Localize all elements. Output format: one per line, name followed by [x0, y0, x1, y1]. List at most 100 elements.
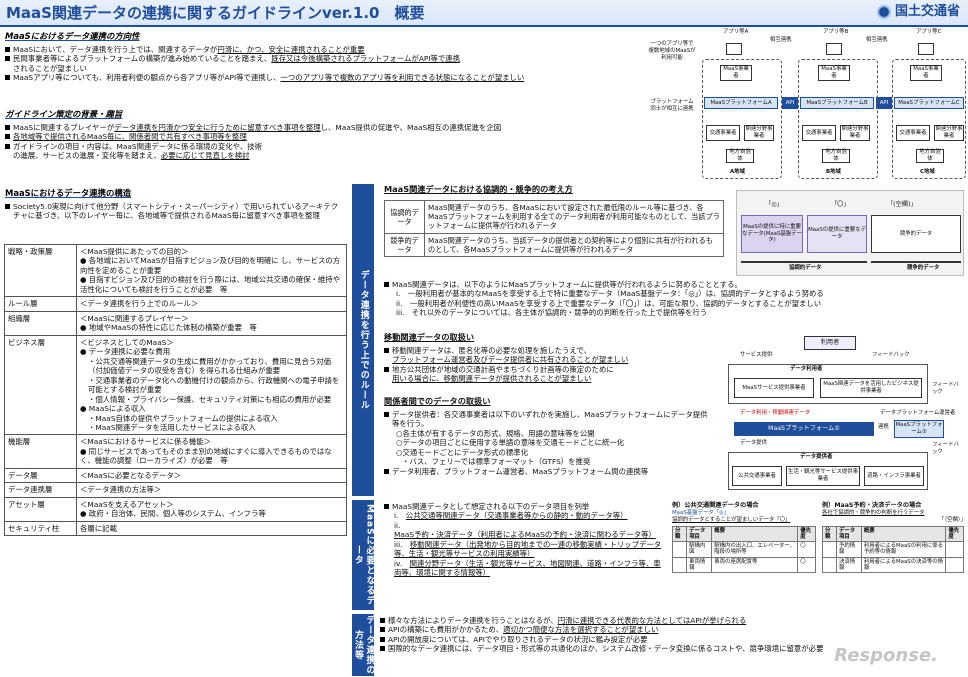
table-row: 決済情報 利用者によるMaaSの決済等の情報: [822, 556, 964, 573]
phone-icon: [918, 43, 934, 55]
api-badge-1: API: [782, 97, 798, 109]
layer-name: 機能層: [4, 434, 77, 469]
layer-name: 組織層: [4, 310, 77, 336]
watermark: Response.: [834, 645, 938, 666]
example-1-title: 例）公共交通関連データの場合: [672, 502, 759, 509]
option: ・バス、フェリーでは標準フォーマット（GTFS）を推奨: [402, 457, 591, 467]
coop-rules-list: MaaS関連データは、以下のようにMaaSプラットフォームに提供等が行われるよう…: [384, 280, 964, 318]
table-cell: 駅構内図: [686, 541, 713, 558]
layer-line: ● 政府・自治体、民間、個人等のシステム、インフラ等: [80, 509, 266, 519]
table-header: 概要: [711, 525, 799, 543]
layer-row: データ層 ＜MaaSに必要となるデータ＞: [4, 467, 347, 484]
layer-row: アセット層 ＜MaaSを支えるアセット＞ ● 政府・自治体、民間、個人等のシステム、…: [4, 496, 347, 522]
layer-line: ・公共交通等関連データの生成に費用がかかっており、費用に見合う対価（付加価値デー…: [88, 356, 332, 376]
layer-name: セキュリティ柱: [4, 520, 77, 537]
bullet: 各地域等で提供されるMaaS毎に、関係者間で共有すべき事項等を整理: [5, 132, 645, 141]
band-data: MaaSに必要となるデータ: [352, 500, 375, 610]
label-mutual-2: 相互連携: [866, 37, 888, 43]
table-row: 車両情報 車両の座席配置等〇: [671, 556, 816, 573]
data-item-iii: iii. 移動関連データ（出発地から目的地までの一連の移動実績・トリップデータ等…: [394, 539, 662, 559]
layer-content: ＜MaaSに必要となるデータ＞: [76, 467, 347, 484]
layer-table: 戦略・政策層 ＜MaaS提供にあたっての目的＞ ● 各地域においてMaaSが目指すビ…: [4, 243, 347, 537]
table-cell: 駅構内の出入口、エレベーター、階段の場所等: [711, 541, 799, 558]
svc-provider-box: MaaSサービス提供事業者: [734, 378, 814, 398]
bullet: MaaS関連データとして想定される以下のデータ項目を列挙: [384, 502, 668, 511]
layer-line: ● 同じサービスであってもそのまま別の地域にすぐに導入できるものではなく、機能の…: [80, 446, 332, 466]
label-app-c: アプリ等C: [916, 29, 942, 35]
layer-content: ＜データ連携の方法等＞: [76, 482, 347, 498]
option: ○交通モードごとにデータ形式の標準化: [396, 447, 529, 457]
arrow-coop: [741, 261, 867, 263]
chart-box-1: MaaSの提供に特に重要なデータ(MaaS基盤データ): [741, 215, 803, 253]
layer-line: ＜MaaSに必要となるデータ＞: [80, 470, 182, 480]
bullet: ガイドラインの項目・内容は、MaaS関連データに係る環境の変化や、技術 の進展、サ…: [5, 142, 645, 161]
bullet: MaaSに関連するプレイヤーがデータ連携を円滑かつ安全に行うために留意すべき事項…: [5, 123, 645, 132]
layer-name: 戦略・政策層: [4, 243, 77, 298]
provider-transit: 公共交通事業者: [732, 466, 782, 486]
layer-line: ● 目指すビジョン及び目的の検討を行う際には、地域公共交通の確保・維持や活性化に…: [80, 275, 341, 294]
table-cell: 利用者によるMaaSの利用に係る予約等の情報: [860, 541, 947, 558]
chart-box-3: 競争的データ: [871, 215, 961, 253]
arrow-comp: [871, 261, 961, 263]
data-item-ii: ii. MaaS予約・決済データ（利用者によるMaaSの予約・決済に関わるデータ…: [394, 520, 656, 540]
table-cell: 決済情報: [836, 556, 862, 573]
chart-axis-coop: 協調的データ: [789, 265, 822, 271]
layer-row: 戦略・政策層 ＜MaaS提供にあたっての目的＞ ● 各地域においてMaaSが目指すビ…: [4, 243, 347, 298]
mlit-logo-icon: [876, 5, 891, 20]
bullet: APIの構築にも費用がかかるため、適切かつ簡便な方法を選択することが望ましい: [380, 625, 966, 634]
chart-col-3: 「(空欄)」: [887, 201, 917, 208]
data-panel: MaaS関連データとして想定される以下のデータ項目を列挙 i. 公共交通等関連デ…: [380, 502, 966, 612]
layer-line: 各層に記載: [80, 523, 117, 533]
table-header: 優先度: [797, 525, 816, 543]
region-a-frame: [702, 59, 782, 179]
layer-row: データ連携層 ＜データ連携の方法等＞: [4, 482, 347, 498]
layer-name: データ層: [4, 467, 77, 484]
layer-content: ＜MaaSを支えるアセット＞ ● 政府・自治体、民間、個人等のシステム、インフラ等: [76, 496, 347, 522]
option: ○データの項目ごとに使用する単語の意味を交通モードごとに統一化: [396, 438, 625, 448]
table-header: 概要: [860, 525, 947, 543]
feedback-label-3: フィードバック: [932, 442, 959, 455]
link-label: 連携: [878, 424, 889, 430]
example-1-sub2: 協調的データとすることが望ましいデータ「〇」: [672, 516, 791, 523]
rule-iii: iii. それ以外のデータについては、各主体が協調的・競争的の判断を行った上で提…: [396, 308, 708, 318]
bullet: データ利用者、プラットフォーム運営者、MaaSプラットフォーム間の連携等: [384, 467, 714, 476]
bullet: 移動関連データは、匿名化等の必要な処理を施したうえで、 プラットフォーム運営者及び…: [384, 346, 714, 365]
feedback-label-1: フィードバック: [872, 352, 910, 358]
layer-content: ＜MaaSに関連するプレイヤー＞ ● 地域やMaaSの特性に応じた体制の構築が重要…: [76, 310, 347, 336]
note-multi-region: 一つのアプリ等で複数地域のMaaSが利用可能: [648, 41, 696, 61]
example-1: 例）公共交通関連データの場合 MaaS基盤データ「◎」 協調的データとすることが…: [671, 502, 818, 573]
table-row: 駅構内図 駅構内の出入口、エレベーター、階段の場所等〇: [671, 541, 816, 558]
note-pf-link: プラットフォーム同士が相互に連携: [650, 99, 694, 112]
layer-content: ＜MaaS提供にあたっての目的＞ ● 各地域においてMaaSが目指すビジョン及び目…: [76, 243, 347, 298]
phone-icon: [726, 43, 742, 55]
table-row: 予約情報 利用者によるMaaSの利用に係る予約等の情報: [822, 541, 964, 558]
layer-name: ビジネス層: [4, 334, 77, 436]
table-cell: [945, 541, 964, 558]
user-box: 利用者: [804, 336, 856, 350]
section-background-body: MaaSに関連するプレイヤーがデータ連携を円滑かつ安全に行うために留意すべき事項…: [5, 123, 645, 161]
example-2-sub: 各社で協調的・競争的の判断を行うデータ: [822, 509, 925, 516]
rules-panel: MaaS関連データにおける協調的・競争的の考え方 協調的データ MaaS関連デー…: [380, 184, 966, 496]
layer-line: ・交通事業者のデータ化への動機付けの観点から、行政機関への電子申請を可能とする検…: [88, 375, 340, 395]
table-cell: [822, 556, 837, 573]
section-structure-body: Society5.0実現に向けて他分野（スマートシティ・スーパーシティ）で用いら…: [5, 202, 345, 221]
bullet: 民間事業者等によるプラットフォームの構築が進み始めていることを踏まえ、既存又は今…: [5, 54, 645, 73]
layer-row: ルール層 ＜データ連携を行う上でのルール＞: [4, 296, 347, 312]
between-body: データ提供者：各交通事業者は以下のいずれかを実施し、MaaSプラットフォームにデ…: [384, 410, 714, 476]
layer-content: ＜データ連携を行う上でのルール＞: [76, 296, 347, 312]
table-header: 分類: [822, 525, 837, 543]
mobility-heading: 移動関連データの取扱い: [384, 332, 475, 342]
layer-content: 各層に記載: [76, 520, 347, 537]
table-header: 分類: [671, 525, 688, 543]
bullet: APIの開放度については、APIでやり取りされるデータの状況に鑑み設定が必要: [380, 635, 966, 644]
table-cell: 〇: [797, 541, 816, 558]
comp-text: MaaS関連データのうち、当該データの提供者との契約等により個別に共有が行われる…: [424, 232, 724, 258]
bullet: MaaS関連データは、以下のようにMaaSプラットフォームに提供等が行われるよう…: [384, 280, 964, 289]
table-cell: [671, 541, 688, 558]
coop-label: 協調的データ: [384, 200, 425, 234]
bullet: Society5.0実現に向けて他分野（スマートシティ・スーパーシティ）で用いら…: [5, 202, 345, 221]
layer-row: 機能層 ＜MaaSにおけるサービスに係る機能＞ ● 同じサービスであってもそのまま別…: [4, 434, 347, 469]
bullet: MaaSにおいて、データ連携を行う上では、関連するデータが円滑に、かつ、安全に連…: [5, 45, 645, 54]
layer-line: ＜MaaSにおけるサービスに係る機能＞: [80, 437, 211, 447]
platform-1: MaaSプラットフォーム①: [734, 422, 874, 436]
